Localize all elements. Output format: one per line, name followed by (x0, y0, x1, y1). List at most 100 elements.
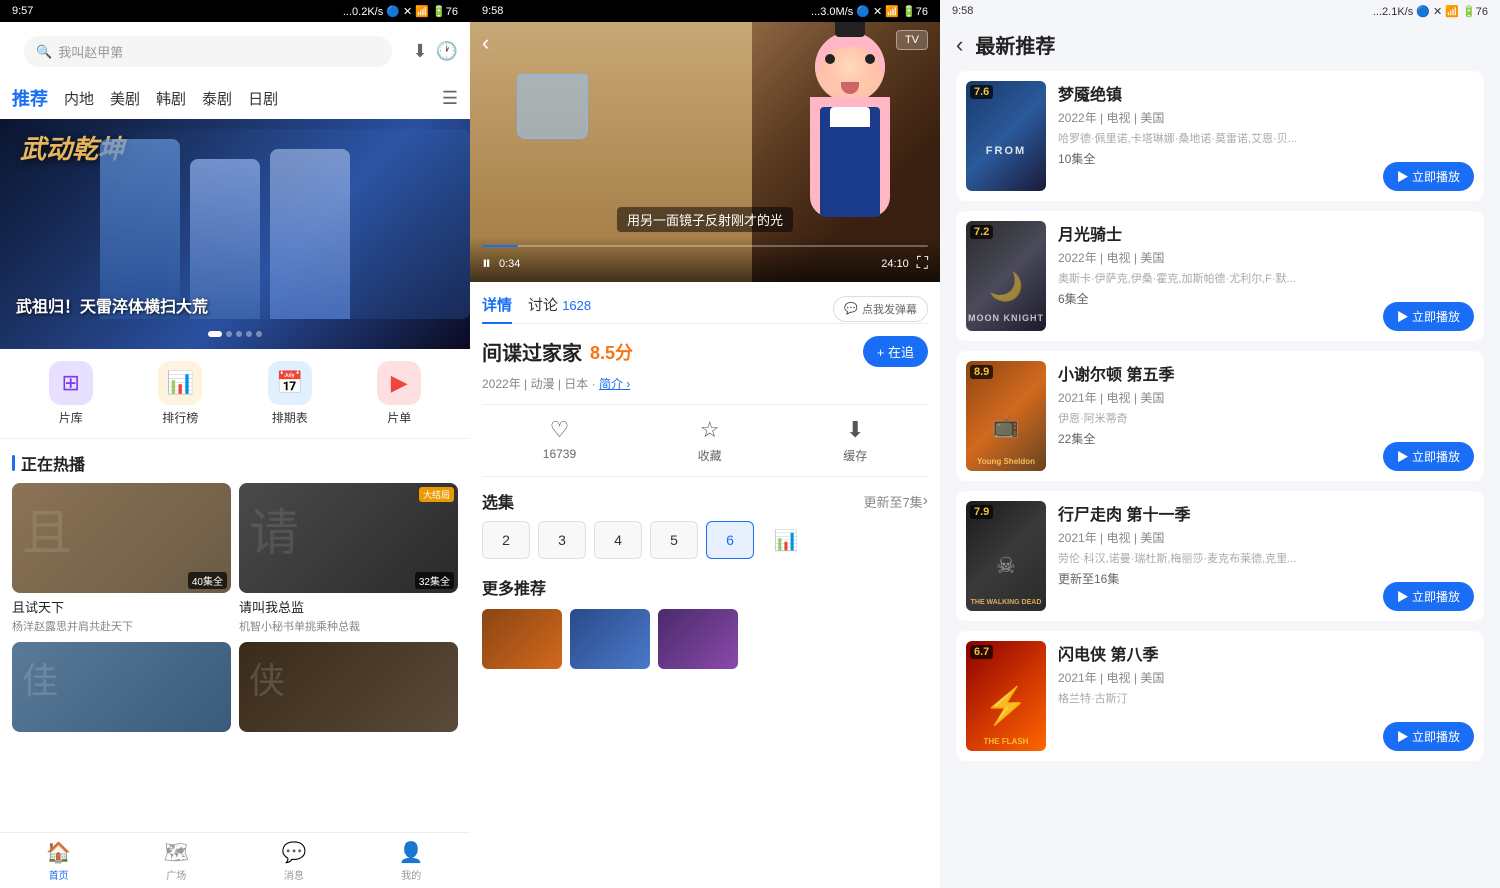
poster-5[interactable]: 6.7 ⚡ THE FLASH (966, 641, 1046, 751)
video-progress-bar[interactable] (482, 245, 928, 247)
bottom-nav-profile[interactable]: 👤 我的 (399, 840, 424, 882)
download-action[interactable]: ⬇ 缓存 (843, 417, 867, 464)
bottom-nav-plaza[interactable]: 🗺 广场 (164, 840, 189, 882)
cache-icon: ⬇ (846, 417, 864, 443)
poster-1[interactable]: 7.6 FROM (966, 81, 1046, 191)
more-card-2[interactable] (570, 609, 650, 669)
list-item-4: 7.9 ☠ THE WALKING DEAD 行尸走肉 第十一季 2021年 |… (956, 491, 1484, 621)
follow-btn[interactable]: + 在追 (863, 336, 928, 367)
tab-jp-drama[interactable]: 日剧 (248, 88, 278, 109)
collect-action[interactable]: ☆ 收藏 (698, 417, 722, 464)
play-btn-3[interactable]: ▶ 立即播放 (1383, 442, 1474, 471)
second-card-2[interactable]: 侠 (239, 642, 458, 732)
country-1: 美国 (1140, 111, 1164, 125)
search-bar[interactable]: 🔍 我叫赵甲第 (24, 36, 392, 67)
type-1: 电视 (1107, 111, 1131, 125)
panel-recommendations: 9:58 ...2.1K/s 🔵 ✕ 📶 🔋76 ‹ 最新推荐 7.6 FROM… (940, 0, 1500, 888)
download-icon[interactable]: ⬇ (412, 41, 427, 62)
ep-btn-2[interactable]: 2 (482, 521, 530, 559)
header-title: 最新推荐 (975, 30, 1055, 59)
search-placeholder: 我叫赵甲第 (58, 42, 123, 61)
ep-btn-3[interactable]: 3 (538, 521, 586, 559)
video-content: 详情 讨论 1628 💬 点我发弹幕 间谍过家家 8.5分 + 在追 2022年… (470, 282, 940, 888)
home-label: 首页 (49, 867, 69, 882)
back-btn[interactable]: ‹ (956, 32, 963, 58)
more-card-1[interactable] (482, 609, 562, 669)
section-bar (12, 455, 15, 471)
ep-btn-5[interactable]: 5 (650, 521, 698, 559)
play-btn-1[interactable]: ▶ 立即播放 (1383, 162, 1474, 191)
quick-nav-playlist[interactable]: ▶ 片单 (377, 361, 421, 426)
quick-nav-ranking[interactable]: 📊 排行榜 (158, 361, 202, 426)
card-1-sub: 杨洋赵露思并肩共赴天下 (12, 618, 231, 634)
country-2: 美国 (1140, 251, 1164, 265)
hot-section-title: 正在热播 (0, 439, 470, 483)
card-1-title: 且试天下 (12, 597, 231, 616)
like-action[interactable]: ♡ 16739 (543, 417, 576, 464)
tab-kr-drama[interactable]: 韩剧 (156, 88, 186, 109)
hot-card-1[interactable]: 且 40集全 (12, 483, 231, 593)
danmaku-btn[interactable]: 💬 点我发弹幕 (833, 296, 928, 322)
card-2-episodes: 32集全 (415, 572, 454, 589)
meta-4: 2021年 | 电视 | 美国 (1058, 529, 1371, 546)
year-5: 2021年 (1058, 671, 1097, 685)
play-btn-2[interactable]: ▶ 立即播放 (1383, 302, 1474, 331)
ranking-label: 排行榜 (162, 409, 198, 426)
play-btn-4[interactable]: ▶ 立即播放 (1383, 582, 1474, 611)
tab-mainland[interactable]: 内地 (64, 88, 94, 109)
tab-detail[interactable]: 详情 (482, 294, 512, 323)
info-3: 小谢尔顿 第五季 2021年 | 电视 | 美国 伊恩·阿米蒂奇 22集全 (1058, 361, 1371, 447)
type-3: 电视 (1107, 391, 1131, 405)
history-icon[interactable]: 🕐 (436, 41, 458, 62)
second-card-1[interactable]: 佳 (12, 642, 231, 732)
poster-4[interactable]: 7.9 ☠ THE WALKING DEAD (966, 501, 1046, 611)
score-badge-3: 8.9 (970, 365, 993, 379)
video-area[interactable]: 用另一面镜子反射刚才的光 ‹ TV ⏸ 0:34 24:10 ⛶ (470, 22, 940, 282)
video-back-btn[interactable]: ‹ (482, 30, 489, 56)
bottom-nav-home[interactable]: 🏠 首页 (46, 840, 71, 882)
tab-us-drama[interactable]: 美剧 (110, 88, 140, 109)
current-time: 0:34 (499, 258, 520, 270)
tab-discuss[interactable]: 讨论 1628 (528, 294, 591, 323)
pause-btn[interactable]: ⏸ (482, 253, 491, 274)
hot-card-2[interactable]: 请 大结局 32集全 (239, 483, 458, 593)
poster-3[interactable]: 8.9 📺 Young Sheldon (966, 361, 1046, 471)
bottom-nav-messages[interactable]: 💬 消息 (281, 840, 306, 882)
card-1-episodes: 40集全 (188, 572, 227, 589)
title-5: 闪电侠 第八季 (1058, 641, 1371, 665)
ep-btn-4[interactable]: 4 (594, 521, 642, 559)
tv-cast-btn[interactable]: TV (896, 30, 928, 50)
ep-btn-6[interactable]: 6 (706, 521, 754, 559)
type-2: 电视 (1107, 251, 1131, 265)
tab-recommend[interactable]: 推荐 (12, 85, 48, 111)
quick-nav-library[interactable]: ⊞ 片库 (49, 361, 93, 426)
quick-nav-schedule[interactable]: 📅 排期表 (268, 361, 312, 426)
meta-1: 2022年 | 电视 | 美国 (1058, 109, 1371, 126)
poster-2[interactable]: 7.2 🌙 MOON KNIGHT (966, 221, 1046, 331)
menu-icon[interactable]: ☰ (442, 88, 458, 109)
year-4: 2021年 (1058, 531, 1097, 545)
list-item-5: 6.7 ⚡ THE FLASH 闪电侠 第八季 2021年 | 电视 | 美国 … (956, 631, 1484, 761)
meta-2: 2022年 | 电视 | 美国 (1058, 249, 1371, 266)
status-time-1: 9:57 (12, 5, 33, 17)
meta-text: 2022年 | 动漫 | 日本 · (482, 377, 599, 391)
cast-1: 哈罗德·佩里诺,卡塔琳娜·桑地诺·莫雷诺,艾恩·贝... (1058, 130, 1371, 146)
ep-chart-btn[interactable]: 📊 (762, 521, 810, 559)
meta-intro-link[interactable]: 简介 › (599, 377, 630, 391)
fullscreen-btn[interactable]: ⛶ (917, 255, 928, 273)
list-item-2: 7.2 🌙 MOON KNIGHT 月光骑士 2022年 | 电视 | 美国 奥… (956, 211, 1484, 341)
play-btn-5[interactable]: ▶ 立即播放 (1383, 722, 1474, 751)
episodes-update[interactable]: 更新至7集 (863, 492, 922, 511)
episodes-header: 选集 更新至7集 › (482, 489, 928, 513)
hot-title-text: 正在热播 (21, 451, 85, 475)
more-cards (482, 609, 928, 669)
cast-4: 劳伦·科汉,诺曼·瑞杜斯,梅丽莎·麦克布莱德,克里... (1058, 550, 1371, 566)
more-card-3[interactable] (658, 609, 738, 669)
show-title: 间谍过家家 (482, 337, 582, 366)
title-2: 月光骑士 (1058, 221, 1371, 245)
year-3: 2021年 (1058, 391, 1097, 405)
hero-banner[interactable]: 武动乾坤 武祖归！天雷淬体横扫大荒 (0, 119, 470, 349)
card-wrapper-1: 且 40集全 且试天下 杨洋赵露思并肩共赴天下 (12, 483, 231, 634)
tab-th-drama[interactable]: 泰剧 (202, 88, 232, 109)
status-time-2: 9:58 (482, 5, 503, 17)
